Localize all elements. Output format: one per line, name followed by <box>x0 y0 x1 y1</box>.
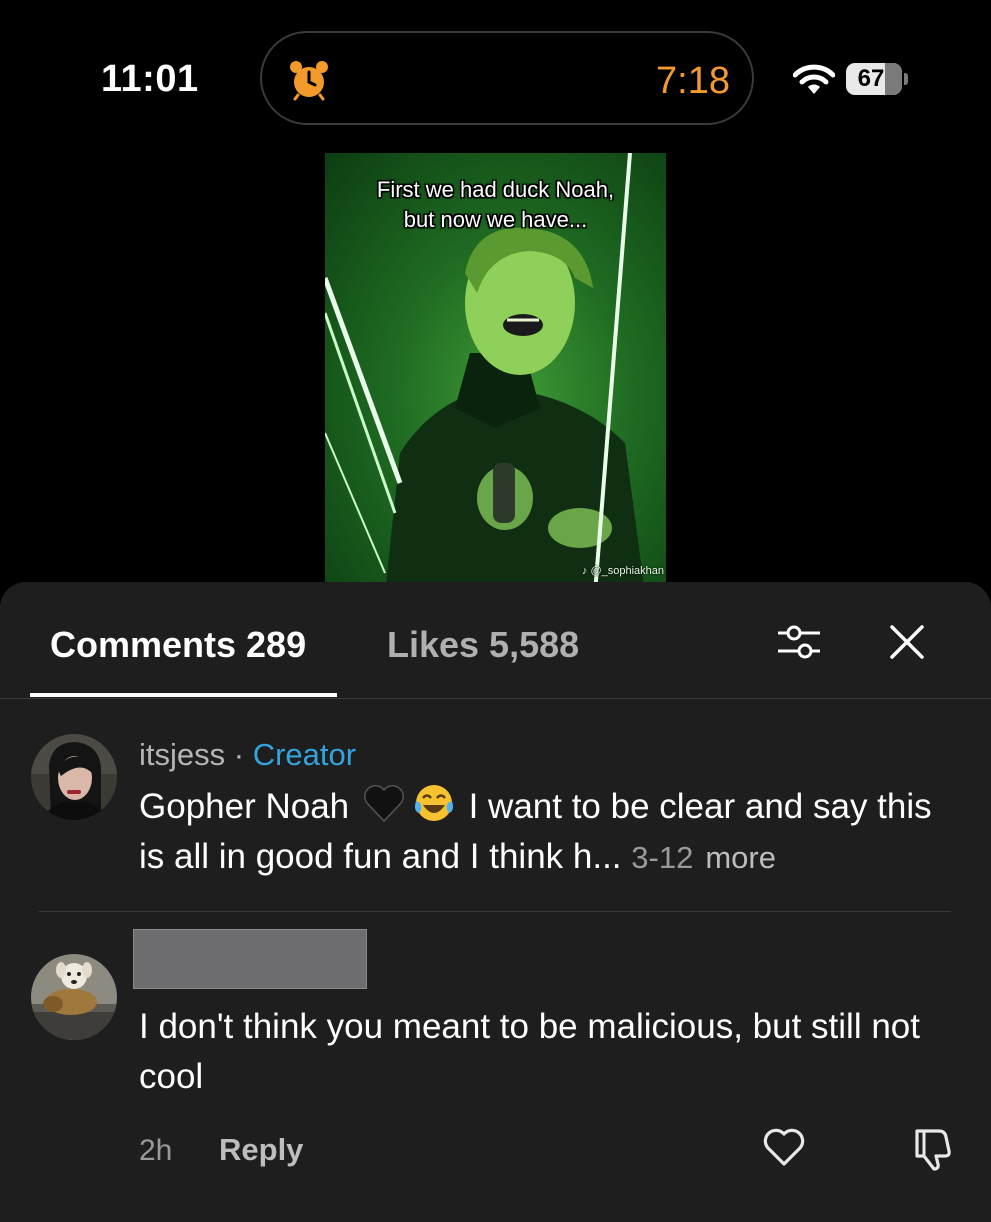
caption-line-2: but now we have... <box>403 207 588 232</box>
battery-percentage: 67 <box>857 65 885 92</box>
avatar[interactable] <box>31 734 117 820</box>
comment-time: 2h <box>139 1134 173 1167</box>
tabs-divider <box>0 698 991 699</box>
black-heart-emoji <box>363 785 404 823</box>
heart-icon[interactable] <box>762 1126 806 1168</box>
dynamic-island[interactable]: 7:18 <box>260 31 754 125</box>
timer-countdown: 7:18 <box>656 60 730 102</box>
active-tab-indicator <box>30 693 337 697</box>
comment-text-part1: Gopher Noah <box>139 787 350 826</box>
comment-body: I don't think you meant to be malicious,… <box>139 1007 920 1096</box>
redacted-username <box>133 929 367 989</box>
status-time: 11:01 <box>101 58 199 100</box>
tears-of-joy-emoji <box>414 785 453 821</box>
comment-date: 3-12 <box>631 840 694 875</box>
comment-body: Gopher Noah I want to be clear and say t… <box>139 781 959 883</box>
filter-sliders-icon[interactable] <box>776 622 822 662</box>
comment-divider <box>39 911 951 912</box>
tiktok-watermark: ♪ @_sophiakhan <box>581 565 664 577</box>
video-caption: First we had duck Noah, but now we have.… <box>325 175 666 235</box>
alarm-icon <box>290 61 328 101</box>
username[interactable]: itsjess <box>139 737 225 772</box>
caption-line-1: First we had duck Noah, <box>376 177 615 202</box>
battery-icon: 67 <box>846 63 902 95</box>
separator: · <box>233 737 245 772</box>
dislike-icon[interactable] <box>909 1125 955 1171</box>
tab-comments[interactable]: Comments 289 <box>50 624 306 666</box>
reply-button[interactable]: Reply <box>219 1132 303 1168</box>
wifi-icon <box>793 64 835 94</box>
comment-author[interactable]: itsjess · Creator <box>139 737 356 773</box>
comments-sheet: Comments 289 Likes 5,588 itsjess · Creat… <box>0 582 991 1222</box>
tab-likes[interactable]: Likes 5,588 <box>387 624 579 666</box>
video-thumbnail[interactable]: First we had duck Noah, but now we have.… <box>325 153 666 593</box>
watermark-handle: @_sophiakhan <box>590 565 664 577</box>
close-icon[interactable] <box>888 623 926 661</box>
more-link[interactable]: more <box>705 840 776 875</box>
battery-tip <box>904 73 908 85</box>
avatar[interactable] <box>31 954 117 1040</box>
creator-badge: Creator <box>252 737 357 772</box>
